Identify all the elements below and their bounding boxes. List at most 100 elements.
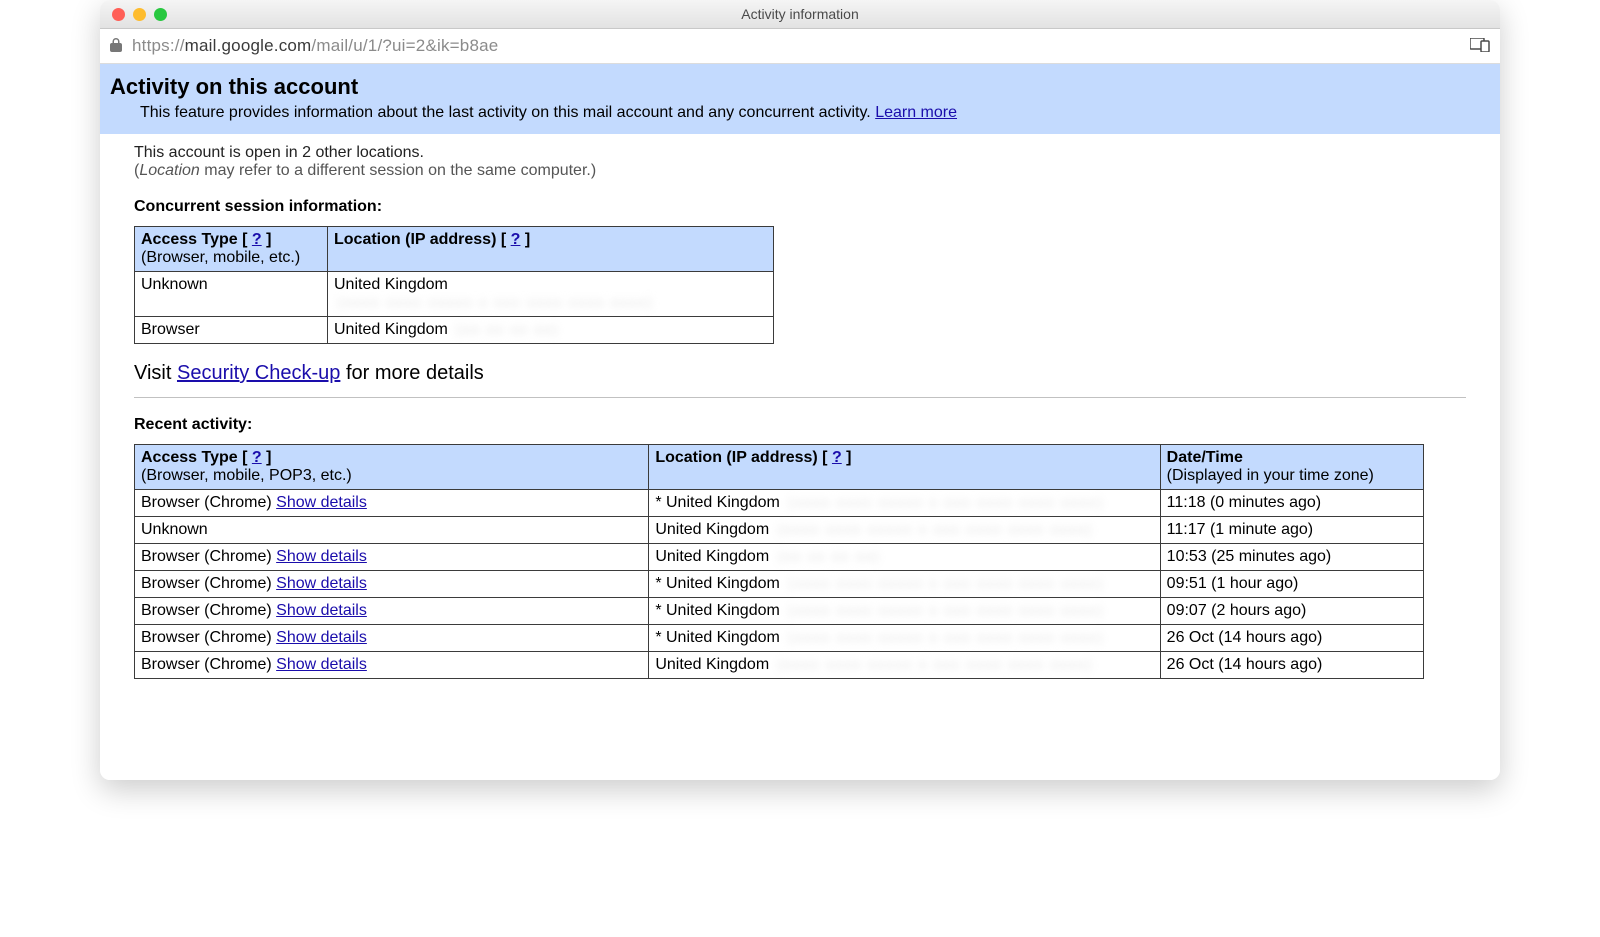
cell-location: * United Kingdom (xxxx xxxx xxxxx x xxx … bbox=[649, 625, 1160, 652]
table-row: Browser (Chrome) Show detailsUnited King… bbox=[135, 652, 1424, 679]
redacted-ip: (xxxx xxxx xxxxx x xxx xxxx xxxx xxxx) bbox=[338, 294, 654, 310]
open-locations-notice: This account is open in 2 other location… bbox=[134, 144, 1466, 162]
page-viewport: Activity on this account This feature pr… bbox=[100, 64, 1500, 780]
cell-access-type: Browser (Chrome) Show details bbox=[135, 571, 649, 598]
responsive-design-icon[interactable] bbox=[1470, 38, 1490, 55]
window-title: Activity information bbox=[100, 6, 1500, 22]
checkup-suffix: for more details bbox=[340, 362, 483, 384]
bracket-open: [ bbox=[501, 231, 511, 248]
learn-more-link[interactable]: Learn more bbox=[875, 104, 957, 121]
traffic-lights bbox=[100, 8, 167, 21]
concurrent-sessions-table: Access Type [ ? ] (Browser, mobile, etc.… bbox=[134, 226, 774, 344]
col-access-type-label: Access Type bbox=[141, 449, 238, 466]
page-title: Activity on this account bbox=[110, 74, 1490, 100]
location-rest: may refer to a different session on the … bbox=[200, 162, 596, 179]
table-row: Browser (Chrome) Show details* United Ki… bbox=[135, 625, 1424, 652]
cell-location: United Kingdom (xx xx xx xx) bbox=[328, 317, 774, 344]
bracket-close: ] bbox=[520, 231, 530, 248]
close-window-button[interactable] bbox=[112, 8, 125, 21]
col-datetime-label: Date/Time bbox=[1167, 449, 1243, 466]
table-row: Unknown United Kingdom (xxxx xxxx xxxxx … bbox=[135, 517, 1424, 544]
show-details-link[interactable]: Show details bbox=[276, 494, 367, 511]
banner-subtext: This feature provides information about … bbox=[140, 104, 875, 121]
col-access-type: Access Type [ ? ] (Browser, mobile, etc.… bbox=[135, 227, 328, 272]
redacted-ip: (xxxx xxxx xxxxx x xxx xxxx xxxx xxxx) bbox=[788, 575, 1104, 591]
security-checkup-line: Visit Security Check-up for more details bbox=[134, 362, 1466, 385]
cell-datetime: 10:53 (25 minutes ago) bbox=[1160, 544, 1423, 571]
cell-location: United Kingdom (xx xx xx xx) bbox=[649, 544, 1160, 571]
redacted-ip: (xx xx xx xx) bbox=[456, 321, 559, 337]
address-bar: https://mail.google.com/mail/u/1/?ui=2&i… bbox=[100, 29, 1500, 64]
recent-location-help-link[interactable]: ? bbox=[832, 449, 842, 466]
cell-location: * United Kingdom (xxxx xxxx xxxxx x xxx … bbox=[649, 490, 1160, 517]
col-access-type-sub: (Browser, mobile, POP3, etc.) bbox=[141, 467, 642, 485]
cell-location: United Kingdom (xxxx xxxx xxxxx x xxx xx… bbox=[328, 272, 774, 317]
cell-access-type: Unknown bbox=[135, 517, 649, 544]
bracket-close: ] bbox=[262, 449, 272, 466]
cell-location: United Kingdom (xxxx xxxx xxxxx x xxx xx… bbox=[649, 652, 1160, 679]
table-row: Browser (Chrome) Show details* United Ki… bbox=[135, 598, 1424, 625]
col-location: Location (IP address) [ ? ] bbox=[649, 445, 1160, 490]
cell-access-type: Browser (Chrome) Show details bbox=[135, 598, 649, 625]
maximize-window-button[interactable] bbox=[154, 8, 167, 21]
cell-access-type: Browser (Chrome) Show details bbox=[135, 625, 649, 652]
cell-datetime: 09:07 (2 hours ago) bbox=[1160, 598, 1423, 625]
cell-access-type: Browser (Chrome) Show details bbox=[135, 544, 649, 571]
table-row: BrowserUnited Kingdom (xx xx xx xx) bbox=[135, 317, 774, 344]
col-access-type-label: Access Type bbox=[141, 231, 238, 248]
show-details-link[interactable]: Show details bbox=[276, 656, 367, 673]
security-checkup-link[interactable]: Security Check-up bbox=[177, 362, 340, 384]
location-help-link[interactable]: ? bbox=[511, 231, 521, 248]
col-access-type-sub: (Browser, mobile, etc.) bbox=[141, 249, 321, 267]
bracket-open: [ bbox=[242, 231, 252, 248]
banner-description: This feature provides information about … bbox=[140, 104, 1490, 122]
cell-access-type: Unknown bbox=[135, 272, 328, 317]
cell-access-type: Browser bbox=[135, 317, 328, 344]
col-location-label: Location (IP address) bbox=[334, 231, 496, 248]
access-type-help-link[interactable]: ? bbox=[252, 231, 262, 248]
cell-location: * United Kingdom (xxxx xxxx xxxxx x xxx … bbox=[649, 598, 1160, 625]
cell-access-type: Browser (Chrome) Show details bbox=[135, 490, 649, 517]
open-locations-subnote: (Location may refer to a different sessi… bbox=[134, 162, 1466, 180]
redacted-ip: (xxxx xxxx xxxxx x xxx xxxx xxxx xxxx) bbox=[778, 656, 1094, 672]
col-location-label: Location (IP address) bbox=[655, 449, 817, 466]
bracket-open: [ bbox=[242, 449, 252, 466]
lock-icon bbox=[110, 38, 122, 55]
cell-datetime: 11:17 (1 minute ago) bbox=[1160, 517, 1423, 544]
redacted-ip: (xxxx xxxx xxxxx x xxx xxxx xxxx xxxx) bbox=[778, 521, 1094, 537]
main-content: This account is open in 2 other location… bbox=[100, 134, 1500, 679]
redacted-ip: (xx xx xx xx) bbox=[778, 548, 881, 564]
recent-activity-heading: Recent activity: bbox=[134, 416, 1466, 434]
recent-access-type-help-link[interactable]: ? bbox=[252, 449, 262, 466]
col-datetime-sub: (Displayed in your time zone) bbox=[1167, 467, 1417, 485]
show-details-link[interactable]: Show details bbox=[276, 602, 367, 619]
cell-datetime: 26 Oct (14 hours ago) bbox=[1160, 652, 1423, 679]
recent-activity-table: Access Type [ ? ] (Browser, mobile, POP3… bbox=[134, 444, 1424, 679]
show-details-link[interactable]: Show details bbox=[276, 629, 367, 646]
table-row: Browser (Chrome) Show details* United Ki… bbox=[135, 490, 1424, 517]
url-display[interactable]: https://mail.google.com/mail/u/1/?ui=2&i… bbox=[132, 36, 1460, 56]
window: Activity information https://mail.google… bbox=[100, 0, 1500, 780]
show-details-link[interactable]: Show details bbox=[276, 575, 367, 592]
cell-location: * United Kingdom (xxxx xxxx xxxxx x xxx … bbox=[649, 571, 1160, 598]
show-details-link[interactable]: Show details bbox=[276, 548, 367, 565]
redacted-ip: (xxxx xxxx xxxxx x xxx xxxx xxxx xxxx) bbox=[788, 602, 1104, 618]
url-host: mail.google.com bbox=[185, 36, 312, 55]
bracket-close: ] bbox=[262, 231, 272, 248]
checkup-prefix: Visit bbox=[134, 362, 177, 384]
redacted-ip: (xxxx xxxx xxxxx x xxx xxxx xxxx xxxx) bbox=[788, 629, 1104, 645]
table-row: Browser (Chrome) Show details* United Ki… bbox=[135, 571, 1424, 598]
minimize-window-button[interactable] bbox=[133, 8, 146, 21]
url-path: /mail/u/1/?ui=2&ik=b8ae bbox=[311, 36, 498, 55]
concurrent-heading: Concurrent session information: bbox=[134, 198, 1466, 216]
table-row: UnknownUnited Kingdom (xxxx xxxx xxxxx x… bbox=[135, 272, 774, 317]
bracket-close: ] bbox=[842, 449, 852, 466]
cell-location: United Kingdom (xxxx xxxx xxxxx x xxx xx… bbox=[649, 517, 1160, 544]
table-row: Browser (Chrome) Show detailsUnited King… bbox=[135, 544, 1424, 571]
location-em: Location bbox=[139, 162, 200, 179]
cell-datetime: 11:18 (0 minutes ago) bbox=[1160, 490, 1423, 517]
bracket-open: [ bbox=[822, 449, 832, 466]
col-access-type: Access Type [ ? ] (Browser, mobile, POP3… bbox=[135, 445, 649, 490]
section-divider bbox=[134, 397, 1466, 398]
page-banner: Activity on this account This feature pr… bbox=[100, 64, 1500, 134]
